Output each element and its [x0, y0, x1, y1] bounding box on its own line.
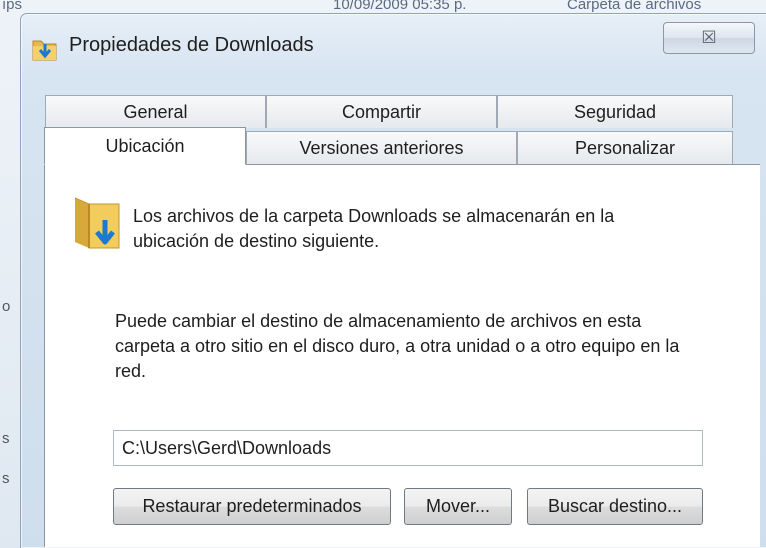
tab-versiones-anteriores[interactable]: Versiones anteriores — [246, 131, 517, 164]
background-date: 10/09/2009 05:35 p. — [333, 0, 467, 13]
location-description: Puede cambiar el destino de almacenamien… — [115, 311, 680, 381]
close-button[interactable]: ☒ — [663, 22, 755, 54]
location-path-field[interactable]: C:\Users\Gerd\Downloads — [113, 430, 703, 466]
move-button[interactable]: Mover... — [404, 488, 512, 525]
close-icon: ☒ — [701, 28, 717, 47]
find-target-button[interactable]: Buscar destino... — [527, 488, 703, 525]
tab-personalizar[interactable]: Personalizar — [517, 131, 733, 164]
title-bar[interactable]: Propiedades de Downloads ☒ — [21, 14, 766, 78]
tab-seguridad[interactable]: Seguridad — [497, 95, 733, 128]
background-mark: s — [2, 430, 10, 447]
restore-defaults-button[interactable]: Restaurar predeterminados — [113, 488, 391, 525]
tab-compartir[interactable]: Compartir — [266, 95, 497, 128]
tab-ubicacion[interactable]: Ubicación — [44, 127, 246, 165]
background-mark: o — [2, 298, 11, 315]
background-text: ıps — [2, 0, 23, 13]
background-mark: s — [2, 470, 10, 487]
folder-download-icon — [30, 36, 60, 67]
folder-download-large-icon — [71, 194, 125, 261]
window-title: Propiedades de Downloads — [69, 34, 314, 56]
location-info-text: Los archivos de la carpeta Downloads se … — [133, 206, 615, 251]
tab-general[interactable]: General — [45, 95, 266, 128]
background-type: Carpeta de archivos — [567, 0, 702, 13]
